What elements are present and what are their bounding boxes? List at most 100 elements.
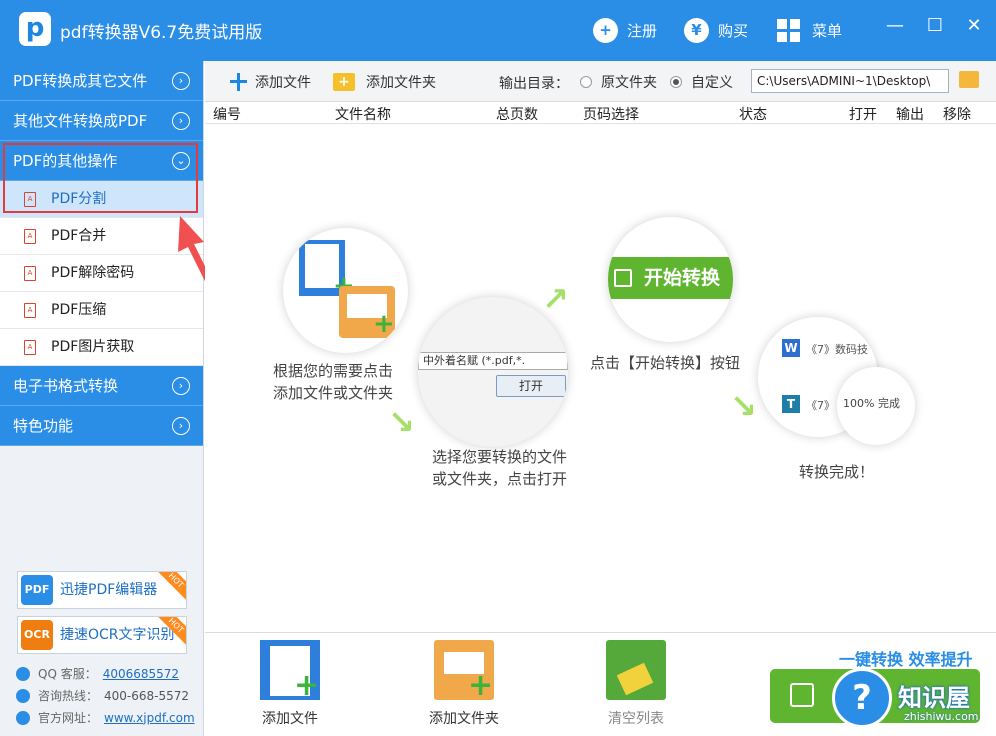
browse-folder-icon[interactable] <box>959 71 979 88</box>
maximize-button[interactable]: ☐ <box>923 14 947 38</box>
col-remove: 移除 <box>943 107 971 123</box>
bottom-add-folder-button[interactable]: + 添加文件夹 <box>419 640 509 728</box>
watermark-en: zhishiwu.com <box>904 710 979 723</box>
yen-icon: ¥ <box>684 17 709 43</box>
bottom-clear-list-label: 清空列表 <box>608 711 664 727</box>
register-button[interactable]: + 注册 <box>593 16 657 44</box>
txt-icon: T <box>782 395 800 413</box>
close-button[interactable]: ✕ <box>962 14 986 38</box>
sidebar-item-pdf-merge[interactable]: A PDF合并 <box>0 218 203 255</box>
app-logo-icon: p <box>19 12 51 46</box>
sidebar-item-pdf-compress[interactable]: A PDF压缩 <box>0 292 203 329</box>
pdf-file-icon: A <box>24 229 36 244</box>
hot-badge: HOT <box>155 572 186 601</box>
sidebar-category-pdf-to-other[interactable]: PDF转换成其它文件 › <box>0 61 203 101</box>
add-file-label: 添加文件 <box>255 75 311 91</box>
bottom-add-file-button[interactable]: + 添加文件 <box>245 640 335 728</box>
website-link[interactable]: www.xjpdf.com <box>104 711 195 725</box>
buy-label: 购买 <box>718 21 749 40</box>
step2-line2: 或文件夹，点击打开 <box>432 470 568 488</box>
play-icon <box>614 269 632 287</box>
file-table-header: 编号 文件名称 总页数 页码选择 状态 打开 输出 移除 <box>205 102 996 124</box>
green-arrow-icon: ↘ <box>730 387 757 425</box>
step1-line1: 根据您的需要点击 <box>273 362 394 380</box>
menu-button[interactable]: 菜单 <box>777 16 842 44</box>
col-filename: 文件名称 <box>335 107 391 123</box>
add-file-icon: + <box>260 640 320 701</box>
dialog-open-button: 打开 <box>496 375 566 397</box>
item1-label: 《7》数码技 <box>806 343 868 356</box>
grid-icon <box>777 18 800 42</box>
bottom-add-file-label: 添加文件 <box>262 711 318 727</box>
green-arrow-icon: ↗ <box>542 280 569 318</box>
add-folder-button[interactable]: + 添加文件夹 <box>333 72 436 92</box>
radio-selected-icon <box>670 76 682 88</box>
sidebar-category-ebook-convert[interactable]: 电子书格式转换 › <box>0 366 203 406</box>
minimize-button[interactable]: — <box>883 14 907 38</box>
chevron-right-icon: › <box>172 72 190 90</box>
sidebar-item-pdf-unlock[interactable]: A PDF解除密码 <box>0 255 203 292</box>
promo-label: 迅捷PDF编辑器 <box>60 582 158 598</box>
output-path-input[interactable] <box>751 69 949 93</box>
col-number: 编号 <box>213 107 241 123</box>
add-folder-label: 添加文件夹 <box>366 75 436 91</box>
buy-button[interactable]: ¥ 购买 <box>684 16 748 44</box>
play-icon <box>790 683 814 707</box>
category-label: 特色功能 <box>13 417 74 435</box>
hotline-label: 咨询热线： <box>38 689 99 703</box>
user-icon: + <box>593 17 618 43</box>
output-dir-label: 输出目录： <box>499 76 569 92</box>
radio-custom-folder[interactable]: 自定义 <box>670 72 733 92</box>
sidebar-category-other-to-pdf[interactable]: 其他文件转换成PDF › <box>0 101 203 141</box>
pdf-file-icon: A <box>24 266 36 281</box>
step4-text: 转换完成！ <box>799 463 875 481</box>
col-status: 状态 <box>739 107 767 123</box>
col-page-select: 页码选择 <box>583 107 639 123</box>
col-open: 打开 <box>849 107 877 123</box>
add-file-icon <box>230 73 247 91</box>
pdf-file-icon: A <box>24 340 36 355</box>
step2-line1: 选择您要转换的文件 <box>432 448 568 466</box>
dialog-filter: (*.pdf,*. <box>481 354 526 367</box>
menu-label: 菜单 <box>812 21 843 40</box>
promo-pdf-editor[interactable]: PDF 迅捷PDF编辑器 HOT <box>17 571 187 609</box>
toolbar: 添加文件 + 添加文件夹 输出目录： 原文件夹 自定义 <box>205 61 996 102</box>
category-label: 其他文件转换成PDF <box>13 112 148 130</box>
add-file-button[interactable]: 添加文件 <box>230 72 311 92</box>
register-label: 注册 <box>627 21 658 40</box>
sidebar-item-label: PDF合并 <box>51 228 107 244</box>
radio-label: 原文件夹 <box>601 75 657 91</box>
col-output: 输出 <box>896 107 924 123</box>
bottom-clear-list-button[interactable]: 清空列表 <box>591 640 681 728</box>
radio-label: 自定义 <box>691 75 733 91</box>
sidebar-item-pdf-image-extract[interactable]: A PDF图片获取 <box>0 329 203 366</box>
qq-icon <box>16 666 30 681</box>
hotline-contact: 咨询热线： 400-668-5572 <box>16 687 189 704</box>
col-total-pages: 总页数 <box>496 107 538 123</box>
bottom-add-folder-label: 添加文件夹 <box>429 711 499 727</box>
hotline-value: 400-668-5572 <box>104 688 190 703</box>
ocr-icon: OCR <box>21 620 53 650</box>
website-label: 官方网址： <box>38 711 99 725</box>
browser-icon <box>16 710 30 725</box>
radio-circle-icon <box>580 76 592 88</box>
promo-ocr[interactable]: OCR 捷速OCR文字识别 HOT <box>17 616 187 654</box>
pdf-editor-icon: PDF <box>21 575 53 605</box>
watermark: ? 知识屋 zhishiwu.com <box>826 660 996 736</box>
category-label: PDF转换成其它文件 <box>13 72 148 90</box>
done-label: 完成 <box>877 397 900 410</box>
chevron-right-icon: › <box>172 112 190 130</box>
sidebar-category-special[interactable]: 特色功能 › <box>0 406 203 446</box>
qq-link[interactable]: 4006685572 <box>103 667 179 681</box>
dialog-filename: 中外着名赋 <box>423 354 478 367</box>
step1-illustration: + + <box>283 228 408 353</box>
step3-illustration: 开始转换 <box>608 217 733 342</box>
pdf-file-icon: A <box>24 303 36 318</box>
file-list-area: + + 根据您的需要点击 添加文件或文件夹 ↘ 中外着名赋 (*.pdf,*. … <box>205 125 996 631</box>
radio-original-folder[interactable]: 原文件夹 <box>580 72 657 92</box>
green-arrow-icon: ↘ <box>388 403 415 441</box>
sidebar-item-label: PDF图片获取 <box>51 339 135 355</box>
word-icon: W <box>782 339 800 357</box>
progress-illustration: 100% 完成 <box>837 367 915 445</box>
title-bar: p pdf转换器V6.7免费试用版 + 注册 ¥ 购买 菜单 — ☐ ✕ <box>0 0 996 61</box>
